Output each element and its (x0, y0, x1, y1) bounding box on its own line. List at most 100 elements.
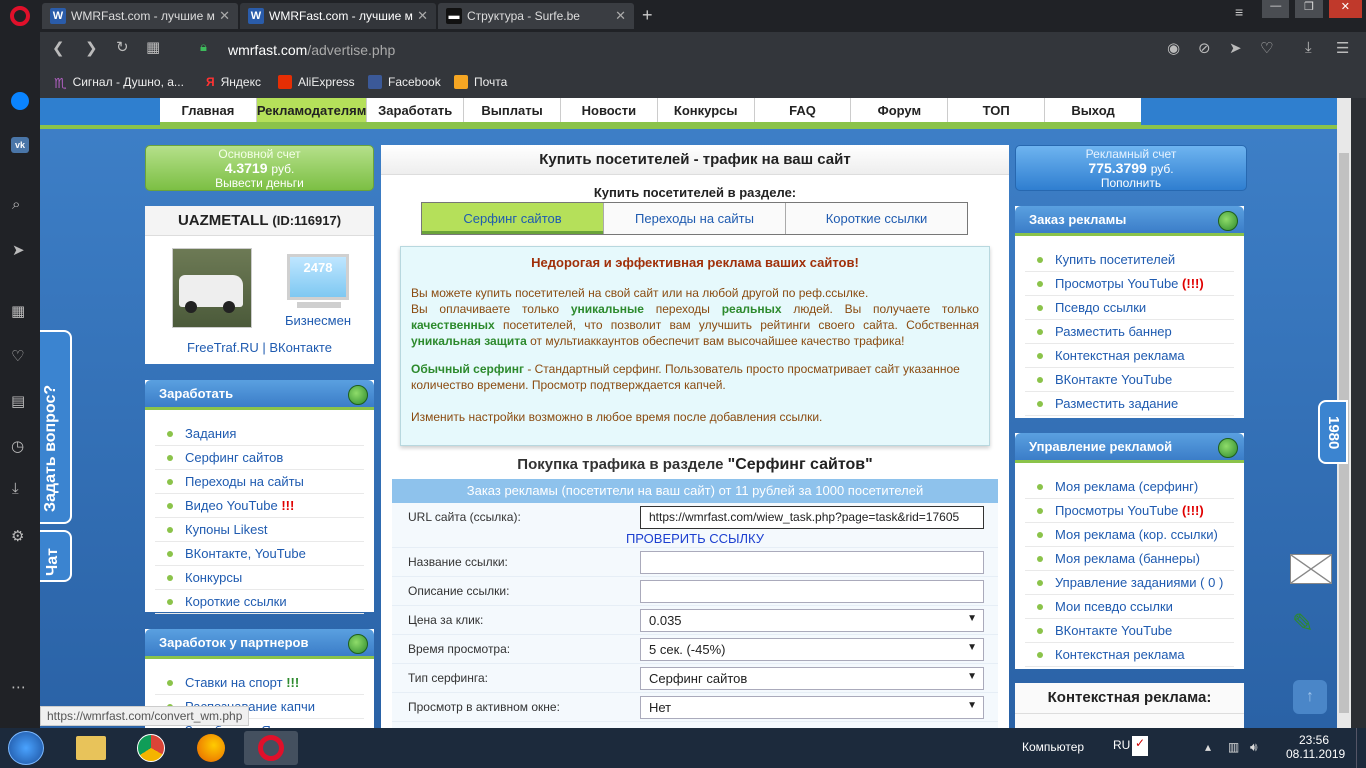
menu-my-surfing[interactable]: Моя реклама (серфинг) (1025, 475, 1234, 499)
tray-arrow-icon[interactable]: ▴ (1205, 740, 1211, 754)
network-icon[interactable]: ▥ (1228, 740, 1239, 754)
close-tab-icon[interactable]: ✕ (417, 8, 428, 24)
menu-buy-visitors[interactable]: Купить посетителей (1025, 248, 1234, 272)
bookmark-signal[interactable]: ♏ Сигнал - Душно, а... (54, 75, 184, 91)
taskbar-chrome-icon[interactable] (124, 731, 178, 765)
nav-home[interactable]: Главная (160, 98, 257, 122)
main-balance-box[interactable]: Основной счет 4.3719 руб. Вывести деньги (145, 145, 374, 191)
menu-my-banners[interactable]: Моя реклама (баннеры) (1025, 547, 1234, 571)
write-note-icon[interactable]: ✎ (1292, 608, 1332, 644)
menu-likest[interactable]: Купоны Likest (155, 518, 364, 542)
nav-top[interactable]: ТОП (948, 98, 1046, 122)
chat-widget[interactable]: Чат (40, 530, 72, 582)
tabs-grid-icon[interactable]: ▦ (146, 38, 160, 56)
tab-visits[interactable]: Переходы на сайты (603, 203, 785, 234)
nav-payouts[interactable]: Выплаты (464, 98, 561, 122)
search-icon[interactable]: ⌕ (12, 196, 20, 213)
minimize-icon[interactable]: — (1262, 0, 1290, 18)
active-window-select[interactable]: Нет ▼ (640, 695, 984, 719)
menu-my-pseudo-links[interactable]: Мои псевдо ссылки (1025, 595, 1234, 619)
menu-vk-youtube[interactable]: ВКонтакте YouTube (1025, 619, 1234, 643)
avatar[interactable] (172, 248, 252, 328)
close-window-icon[interactable]: ✕ (1328, 0, 1362, 18)
start-button-icon[interactable] (8, 731, 44, 765)
opera-logo-icon[interactable] (10, 6, 30, 26)
nav-earn[interactable]: Заработать (367, 98, 465, 122)
view-time-select[interactable]: 5 сек. (-45%) ▼ (640, 637, 984, 661)
camera-icon[interactable]: ◉ (1167, 39, 1180, 57)
menu-context-ads[interactable]: Контекстная реклама (1025, 344, 1234, 368)
menu-youtube-views[interactable]: Просмотры YouTube (!!!) (1025, 499, 1234, 523)
mail-envelope-icon[interactable] (1290, 554, 1332, 584)
menu-youtube-views[interactable]: Просмотры YouTube (!!!) (1025, 272, 1234, 296)
nav-news[interactable]: Новости (561, 98, 658, 122)
vk-icon[interactable]: vk (11, 137, 29, 153)
messenger-icon[interactable] (11, 92, 29, 110)
taskbar-firefox-icon[interactable] (184, 731, 238, 765)
nav-forum[interactable]: Форум (851, 98, 949, 122)
menu-surfing[interactable]: Серфинг сайтов (155, 446, 364, 470)
bookmark-mail[interactable]: Почта (454, 75, 507, 89)
check-link-button[interactable]: ПРОВЕРИТЬ ССЫЛКУ (392, 531, 998, 548)
close-tab-icon[interactable]: ✕ (219, 8, 230, 24)
link-description-input[interactable] (640, 579, 984, 603)
news-icon[interactable]: ▤ (11, 392, 25, 410)
menu-place-banner[interactable]: Разместить баннер (1025, 320, 1234, 344)
language-indicator[interactable]: RU (1113, 738, 1130, 752)
menu-sport-bets[interactable]: Ставки на спорт !!! (155, 671, 364, 695)
menu-manage-tasks[interactable]: Управление заданиями ( 0 ) (1025, 571, 1234, 595)
share-icon[interactable]: ➤ (1229, 39, 1242, 57)
menu-pseudo-links[interactable]: Псевдо ссылки (1025, 296, 1234, 320)
user-links[interactable]: FreeTraf.RU | ВКонтакте (145, 340, 374, 355)
menu-short-links[interactable]: Короткие ссылки (155, 590, 364, 614)
history-icon[interactable]: ◷ (11, 437, 24, 455)
surfing-type-select[interactable]: Серфинг сайтов ▼ (640, 666, 984, 690)
speed-dial-icon[interactable]: ▦ (11, 302, 25, 320)
nav-faq[interactable]: FAQ (755, 98, 852, 122)
download-icon[interactable]: ⤓ (12, 480, 19, 497)
downloads-icon[interactable]: ⤓ (1305, 39, 1312, 56)
taskbar-explorer-icon[interactable] (64, 731, 118, 765)
tab-menu-icon[interactable]: ≡ (1235, 4, 1243, 20)
scroll-top-icon[interactable]: ↑ (1293, 680, 1327, 714)
heart-icon[interactable]: ♡ (11, 347, 24, 365)
url-field[interactable]: wmrfast.com/advertise.php (228, 42, 395, 58)
tray-app-icon[interactable]: ✓ (1132, 736, 1148, 756)
show-desktop-button[interactable] (1356, 728, 1366, 768)
forward-icon[interactable]: ❯ (85, 39, 98, 57)
price-per-click-select[interactable]: 0.035 ▼ (640, 608, 984, 632)
url-input[interactable]: https://wmrfast.com/wiew_task.php?page=t… (640, 505, 984, 529)
menu-context-ads[interactable]: Контекстная реклама (1025, 643, 1234, 667)
menu-youtube[interactable]: Видео YouTube !!! (155, 494, 364, 518)
bookmark-facebook[interactable]: Facebook (368, 75, 441, 89)
close-tab-icon[interactable]: ✕ (615, 8, 626, 24)
nav-contests[interactable]: Конкурсы (658, 98, 755, 122)
bookmark-aliexpress[interactable]: AliExpress (278, 75, 355, 89)
menu-vk-youtube[interactable]: ВКонтакте, YouTube (155, 542, 364, 566)
reload-icon[interactable]: ↻ (116, 38, 129, 56)
restore-icon[interactable]: ❐ (1295, 0, 1323, 18)
tab-active[interactable]: W WMRFast.com - лучшие м ✕ (240, 3, 436, 29)
back-icon[interactable]: ❮ (52, 39, 65, 57)
tab[interactable]: ▬ Структура - Surfe.be ✕ (438, 3, 634, 29)
menu-contests[interactable]: Конкурсы (155, 566, 364, 590)
easy-setup-icon[interactable]: ☰ (1336, 39, 1349, 57)
online-counter-widget[interactable]: 1980 (1318, 400, 1348, 464)
ask-question-widget[interactable]: Задать вопрос? (40, 330, 72, 524)
more-icon[interactable]: ⋯ (11, 678, 26, 696)
menu-visits[interactable]: Переходы на сайты (155, 470, 364, 494)
taskbar-opera-icon[interactable] (244, 731, 298, 765)
nav-advertisers[interactable]: Рекламодателям (256, 98, 368, 122)
computer-label[interactable]: Компьютер (1022, 740, 1084, 754)
menu-my-short-links[interactable]: Моя реклама (кор. ссылки) (1025, 523, 1234, 547)
menu-place-task[interactable]: Разместить задание (1025, 392, 1234, 416)
ad-balance-box[interactable]: Рекламный счет 775.3799 руб. Пополнить (1015, 145, 1247, 191)
menu-vk-youtube[interactable]: ВКонтакте YouTube (1025, 368, 1234, 392)
tab[interactable]: W WMRFast.com - лучшие м ✕ (42, 3, 238, 29)
new-tab-icon[interactable]: + (642, 5, 653, 26)
settings-icon[interactable]: ⚙ (11, 527, 24, 545)
send-icon[interactable]: ➤ (12, 241, 25, 259)
withdraw-link[interactable]: Вывести деньги (146, 176, 373, 190)
adblock-icon[interactable]: ⊘ (1198, 39, 1211, 57)
link-name-input[interactable] (640, 550, 984, 574)
